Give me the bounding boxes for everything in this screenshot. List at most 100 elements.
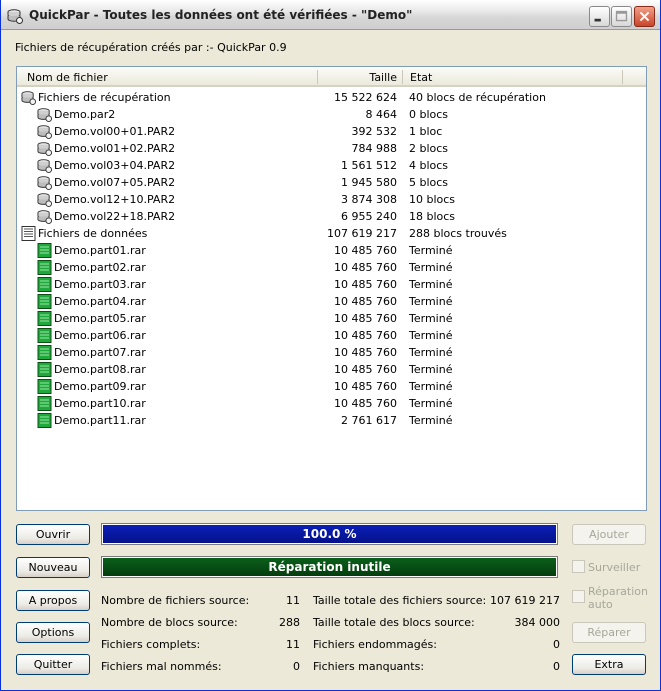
file-state: Terminé xyxy=(409,244,453,257)
source-files-label: Nombre de fichiers source: xyxy=(101,594,250,607)
file-row[interactable]: Demo.par2 8 464 0 blocs xyxy=(17,106,646,123)
file-size: 10 485 760 xyxy=(334,346,397,359)
file-size: 15 522 624 xyxy=(334,91,397,104)
column-header-name[interactable]: Nom de fichier xyxy=(27,71,108,84)
source-files-value: 11 xyxy=(286,594,300,607)
file-row[interactable]: Demo.part07.rar 10 485 760 Terminé xyxy=(17,344,646,361)
damaged-files-value: 0 xyxy=(553,638,560,651)
file-name: Demo.part04.rar xyxy=(54,295,146,308)
auto-repair-label-line2: auto xyxy=(588,598,613,611)
file-row[interactable]: Demo.part09.rar 10 485 760 Terminé xyxy=(17,378,646,395)
missing-files-value: 0 xyxy=(553,660,560,673)
file-row[interactable]: Demo.vol01+02.PAR2 784 988 2 blocs xyxy=(17,140,646,157)
repair-progress-label: Réparation inutile xyxy=(268,560,391,574)
open-button[interactable]: Ouvrir xyxy=(16,524,90,545)
file-row[interactable]: Demo.vol22+18.PAR2 6 955 240 18 blocs xyxy=(17,208,646,225)
new-button[interactable]: Nouveau xyxy=(16,557,90,578)
complete-file-icon xyxy=(37,379,52,394)
file-row[interactable]: Demo.vol03+04.PAR2 1 561 512 4 blocs xyxy=(17,157,646,174)
file-size: 1 561 512 xyxy=(341,159,397,172)
file-size: 10 485 760 xyxy=(334,397,397,410)
repair-progress-bar: Réparation inutile xyxy=(101,556,558,578)
minimize-icon xyxy=(594,18,601,22)
auto-repair-label-line1: Réparation xyxy=(588,585,648,598)
quickpar-app-icon xyxy=(7,9,23,24)
file-size: 1 945 580 xyxy=(341,176,397,189)
file-row[interactable]: Demo.vol07+05.PAR2 1 945 580 5 blocs xyxy=(17,174,646,191)
file-row[interactable]: Demo.part06.rar 10 485 760 Terminé xyxy=(17,327,646,344)
close-button[interactable] xyxy=(634,6,655,27)
column-divider[interactable] xyxy=(402,70,403,84)
total-source-size-value: 107 619 217 xyxy=(490,594,560,607)
column-divider[interactable] xyxy=(622,70,623,84)
par-file-icon xyxy=(37,124,52,139)
extra-button[interactable]: Extra xyxy=(572,654,646,675)
maximize-icon xyxy=(615,10,628,22)
total-block-size-label: Taille totale des blocs source: xyxy=(313,616,475,629)
total-block-size-value: 384 000 xyxy=(514,616,561,629)
file-size: 107 619 217 xyxy=(327,227,397,240)
file-name: Demo.part11.rar xyxy=(54,414,146,427)
file-row[interactable]: Demo.part04.rar 10 485 760 Terminé xyxy=(17,293,646,310)
file-size: 10 485 760 xyxy=(334,244,397,257)
file-state: 5 blocs xyxy=(409,176,449,189)
file-state: 18 blocs xyxy=(409,210,456,223)
file-name: Demo.part07.rar xyxy=(54,346,146,359)
par-file-icon xyxy=(37,209,52,224)
file-name: Demo.vol03+04.PAR2 xyxy=(54,159,176,172)
minimize-button[interactable] xyxy=(589,6,610,27)
data-files-icon xyxy=(21,226,36,241)
par-file-icon xyxy=(37,158,52,173)
file-size: 10 485 760 xyxy=(334,278,397,291)
file-state: Terminé xyxy=(409,363,453,376)
file-state: Terminé xyxy=(409,380,453,393)
file-state: 40 blocs de récupération xyxy=(409,91,546,104)
auto-repair-checkbox[interactable] xyxy=(572,590,585,603)
file-list-header: Nom de fichier Taille Etat xyxy=(17,67,646,87)
file-size: 784 988 xyxy=(351,142,398,155)
add-button[interactable]: Ajouter xyxy=(572,524,646,545)
file-state: Terminé xyxy=(409,278,453,291)
file-list[interactable]: Nom de fichier Taille Etat Fichiers de r… xyxy=(16,66,647,511)
file-group-row[interactable]: Fichiers de données 107 619 217 288 blocs … xyxy=(17,225,646,242)
column-header-size[interactable]: Taille xyxy=(317,71,397,84)
par-file-icon xyxy=(37,175,52,190)
about-button[interactable]: A propos xyxy=(16,590,90,611)
complete-file-icon xyxy=(37,362,52,377)
file-size: 6 955 240 xyxy=(341,210,397,223)
file-state: Terminé xyxy=(409,295,453,308)
repair-button[interactable]: Réparer xyxy=(572,622,646,643)
file-state: Terminé xyxy=(409,346,453,359)
options-button[interactable]: Options xyxy=(16,622,90,643)
file-state: Terminé xyxy=(409,397,453,410)
file-name: Demo.vol12+10.PAR2 xyxy=(54,193,176,206)
file-row[interactable]: Demo.part02.rar 10 485 760 Terminé xyxy=(17,259,646,276)
file-row[interactable]: Demo.part10.rar 10 485 760 Terminé xyxy=(17,395,646,412)
file-name: Demo.part01.rar xyxy=(54,244,146,257)
watch-checkbox-label: Surveiller xyxy=(588,561,641,574)
created-by-label: Fichiers de récupération créés par :- Qu… xyxy=(15,41,287,54)
complete-file-icon xyxy=(37,396,52,411)
window-title: QuickPar - Toutes les données ont été vé… xyxy=(29,8,413,22)
file-row[interactable]: Demo.part03.rar 10 485 760 Terminé xyxy=(17,276,646,293)
file-row[interactable]: Demo.vol12+10.PAR2 3 874 308 10 blocs xyxy=(17,191,646,208)
complete-file-icon xyxy=(37,311,52,326)
file-state: 4 blocs xyxy=(409,159,449,172)
file-size: 10 485 760 xyxy=(334,312,397,325)
misnamed-files-value: 0 xyxy=(293,660,300,673)
quit-button[interactable]: Quitter xyxy=(16,654,90,675)
file-row[interactable]: Demo.vol00+01.PAR2 392 532 1 bloc xyxy=(17,123,646,140)
file-row[interactable]: Demo.part08.rar 10 485 760 Terminé xyxy=(17,361,646,378)
file-row[interactable]: Demo.part05.rar 10 485 760 Terminé xyxy=(17,310,646,327)
file-row[interactable]: Demo.part11.rar 2 761 617 Terminé xyxy=(17,412,646,429)
file-size: 8 464 xyxy=(365,108,398,121)
source-blocks-label: Nombre de blocs source: xyxy=(101,616,238,629)
file-name: Fichiers de données xyxy=(38,227,148,240)
title-bar[interactable]: QuickPar - Toutes les données ont été vé… xyxy=(1,0,660,30)
maximize-button[interactable] xyxy=(611,6,632,27)
watch-checkbox[interactable] xyxy=(572,560,585,573)
file-row[interactable]: Demo.part01.rar 10 485 760 Terminé xyxy=(17,242,646,259)
file-state: 2 blocs xyxy=(409,142,449,155)
column-header-state[interactable]: Etat xyxy=(410,71,432,84)
file-group-row[interactable]: Fichiers de récupération 15 522 624 40 blo… xyxy=(17,89,646,106)
